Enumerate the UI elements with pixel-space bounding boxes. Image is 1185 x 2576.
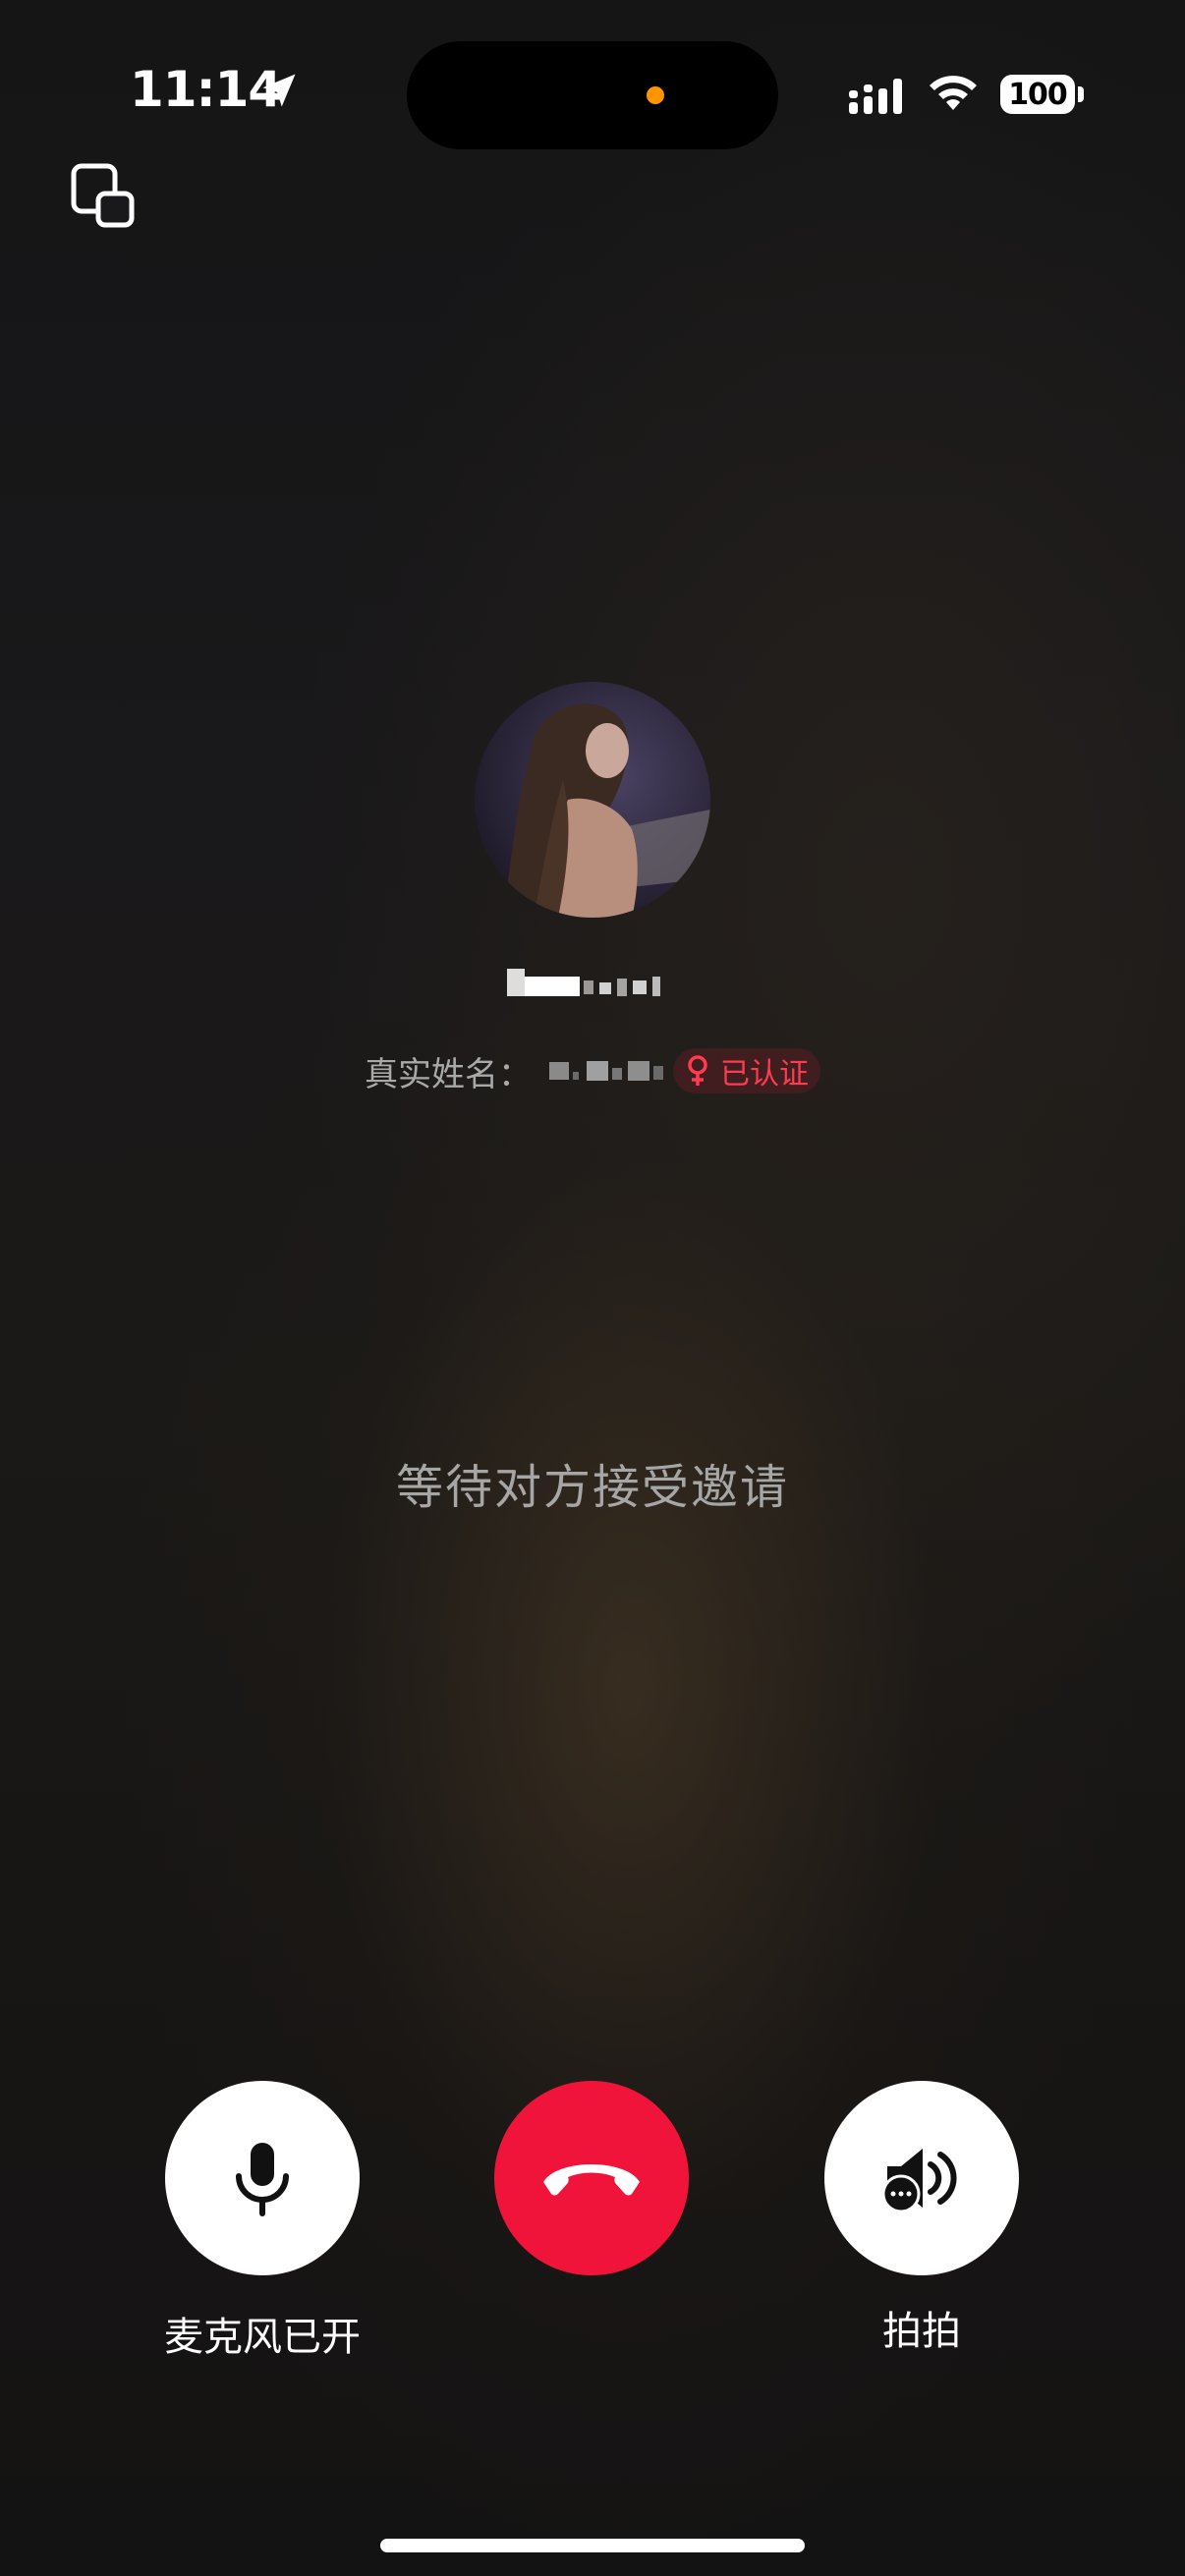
call-screen: 11:14 100 真实姓名： 已认证 等待对方接受邀请 麦克风已开 拍拍 <box>0 0 1185 2576</box>
dynamic-island <box>407 41 778 149</box>
pai-pai-label: 拍拍 <box>882 2309 961 2354</box>
nudge-speaker-icon <box>881 2149 957 2213</box>
call-status-text: 等待对方接受邀请 <box>395 1460 789 1515</box>
battery-level: 100 <box>1008 77 1068 112</box>
verified-label: 已认证 <box>720 1057 809 1092</box>
female-icon <box>688 1055 707 1086</box>
microphone-icon <box>236 2143 289 2216</box>
battery-cap <box>1078 86 1084 102</box>
avatar-photo <box>475 682 710 918</box>
cellular-signal-icon <box>849 79 902 114</box>
real-name-redacted <box>549 1061 663 1081</box>
pai-pai-button[interactable] <box>824 2081 1019 2275</box>
real-name-row: 真实姓名： 已认证 <box>0 1043 1185 1098</box>
microphone-button[interactable] <box>165 2081 360 2275</box>
home-indicator[interactable] <box>380 2539 805 2552</box>
verified-badge: 已认证 <box>673 1048 820 1093</box>
privacy-indicator-dot <box>647 86 664 104</box>
float-window-icon[interactable] <box>69 161 138 230</box>
real-name-label: 真实姓名： <box>365 1054 532 1094</box>
location-arrow-icon <box>262 74 296 107</box>
wifi-icon <box>930 76 977 110</box>
microphone-label: 麦克风已开 <box>164 2315 361 2360</box>
avatar[interactable] <box>475 682 710 918</box>
phone-hangup-icon <box>543 2164 640 2196</box>
hang-up-button[interactable] <box>494 2081 689 2275</box>
username-redacted <box>507 969 660 996</box>
battery-icon: 100 <box>1000 75 1075 114</box>
